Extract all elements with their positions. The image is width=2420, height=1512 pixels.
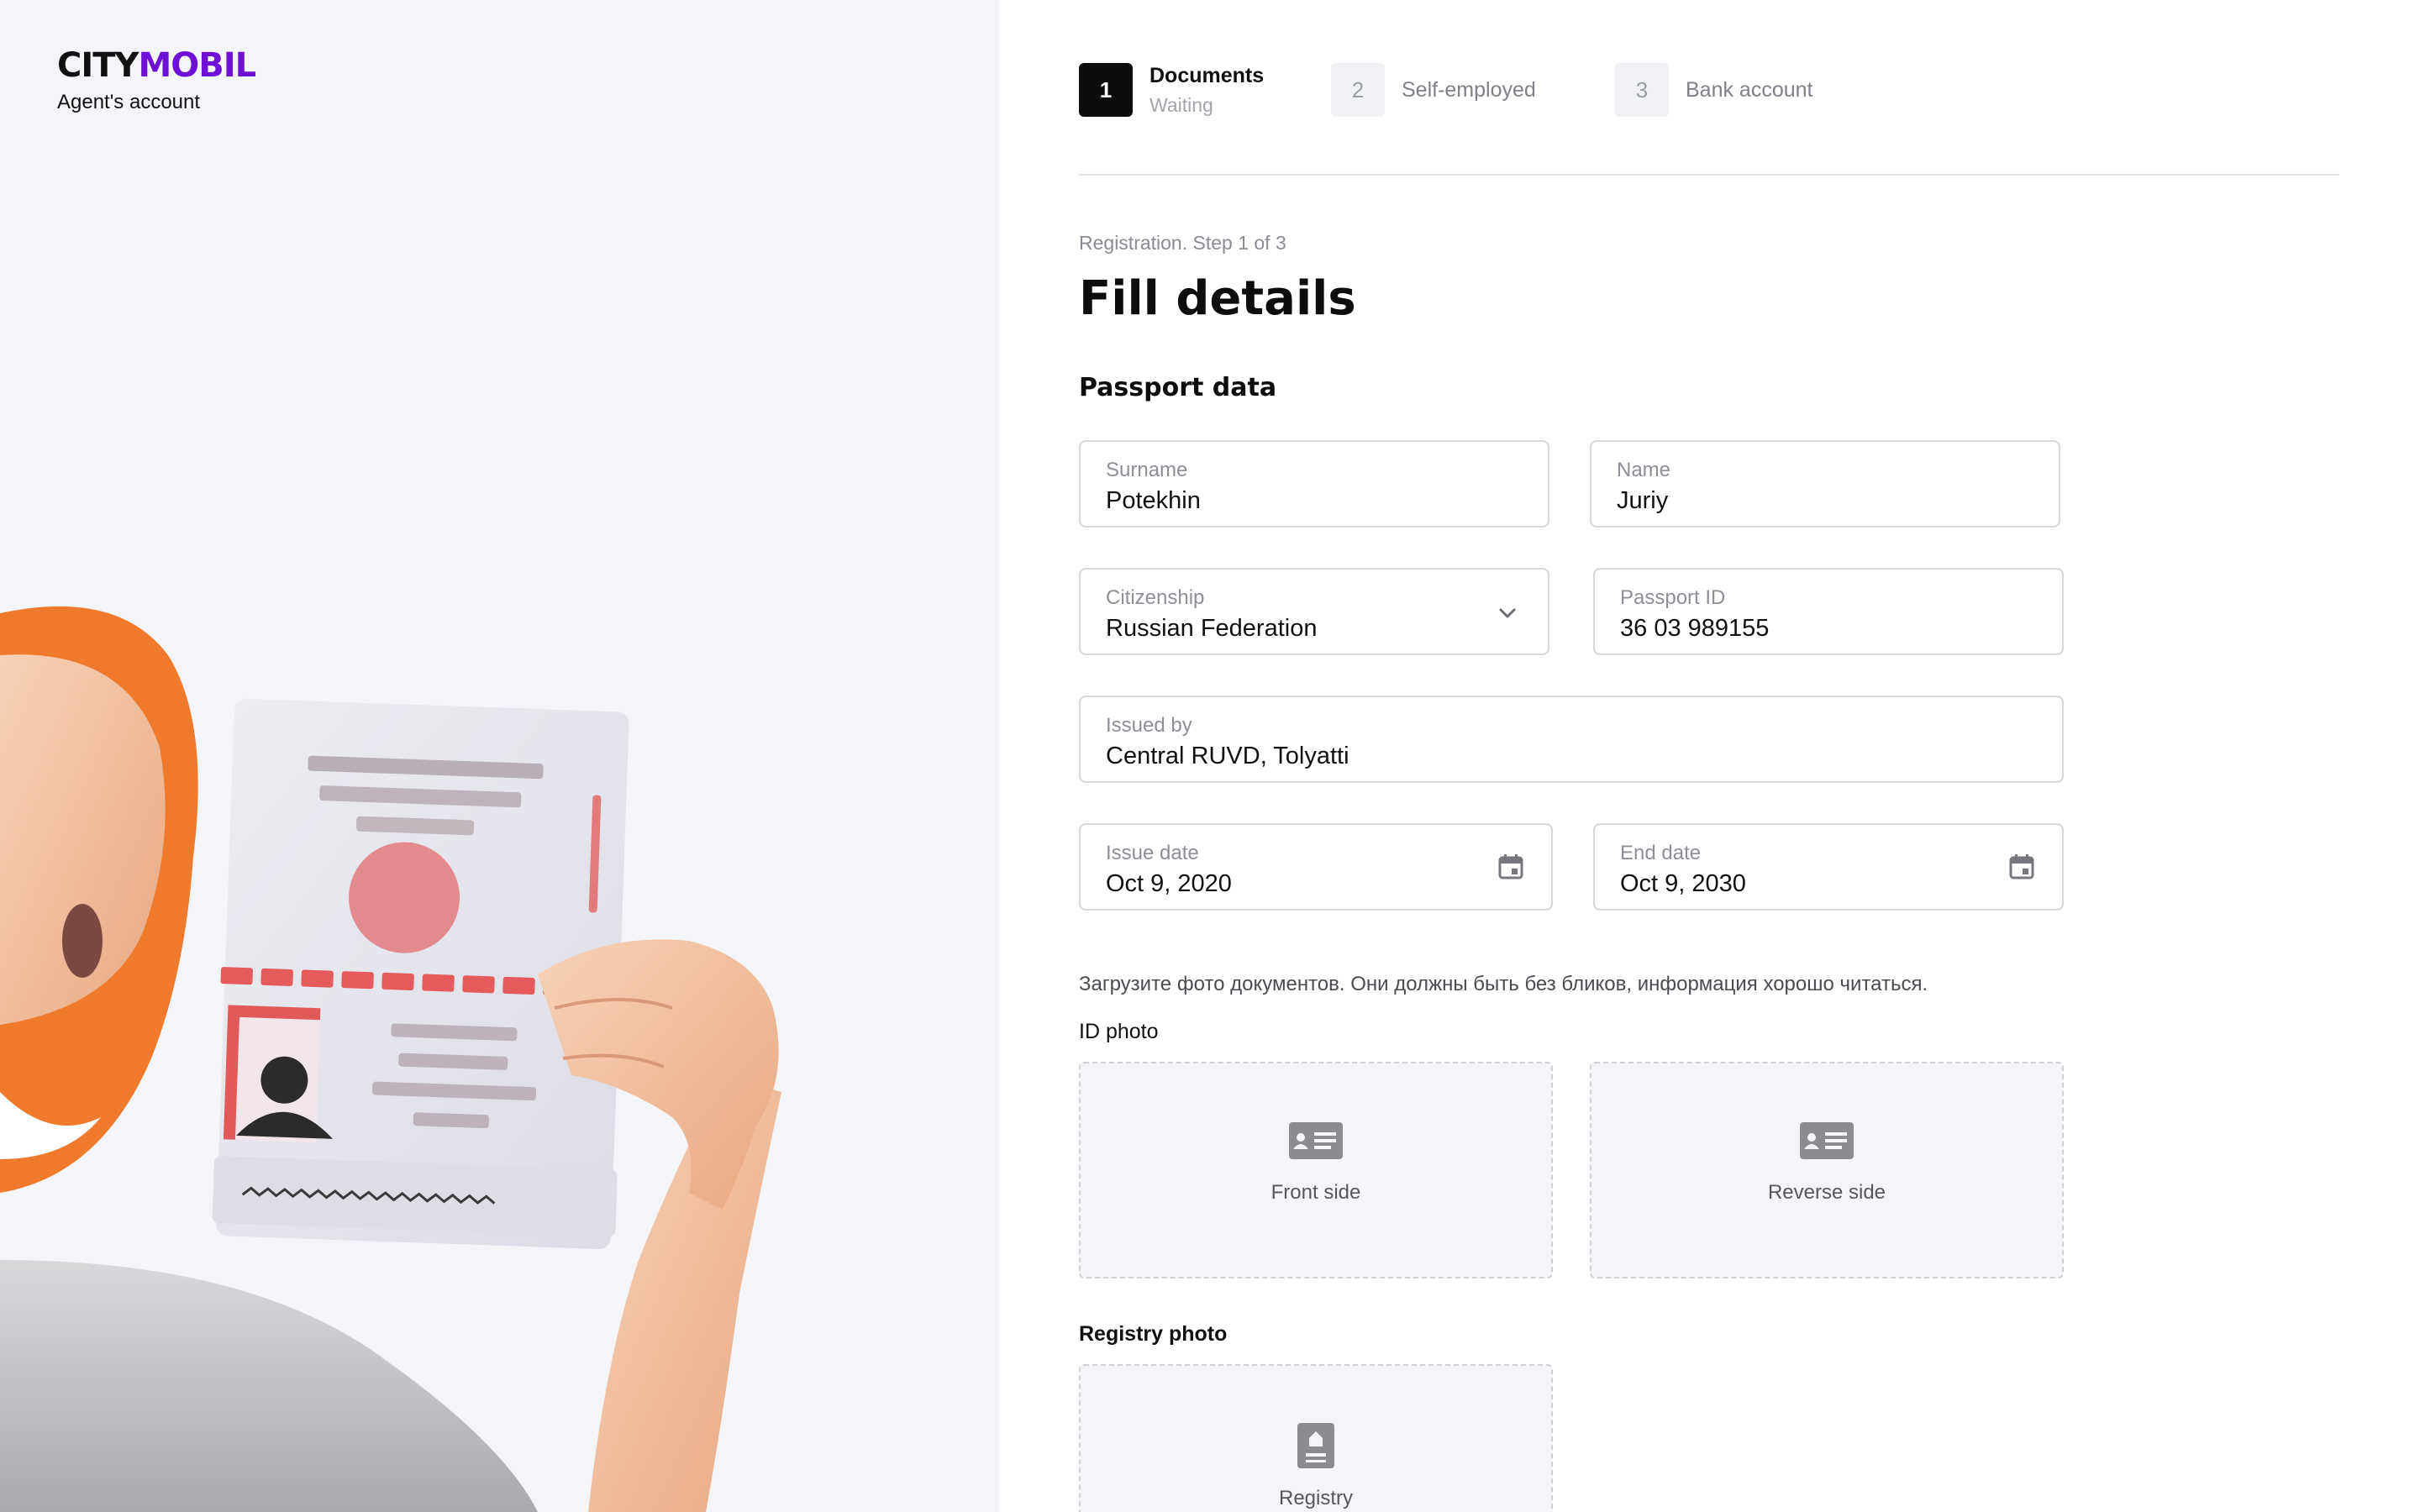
agent-account-label: Agent's account: [57, 91, 201, 113]
stepper-divider: [1079, 174, 2339, 176]
surname-label: Surname: [1106, 459, 1188, 481]
issued-by-field[interactable]: Issued by Central RUVD, Tolyatti: [1079, 696, 2064, 783]
registration-stepper: 1 Documents Waiting 2 Self-employed 3 Ba…: [1079, 62, 2339, 118]
registry-label: Registry: [1278, 1487, 1354, 1509]
end-date-label: End date: [1620, 842, 1702, 864]
issue-date-field[interactable]: Issue date Oct 9, 2020: [1079, 823, 1553, 911]
breadcrumb: Registration. Step 1 of 3: [1079, 232, 1286, 254]
step-number: 1: [1079, 63, 1133, 117]
step-self-employed[interactable]: 2 Self-employed: [1331, 62, 1536, 118]
chevron-down-icon[interactable]: [1492, 598, 1523, 628]
logo-mobil-text: MOBIL: [138, 46, 257, 85]
front-side-label: Front side: [1270, 1181, 1361, 1204]
name-value: Juriy: [1617, 487, 1669, 514]
step-title: Documents: [1150, 64, 1265, 87]
id-card-icon: [1289, 1122, 1343, 1159]
name-label: Name: [1617, 459, 1671, 481]
step-title: Bank account: [1686, 78, 1813, 102]
step-bank-account[interactable]: 3 Bank account: [1615, 62, 1813, 118]
passport-holder-illustration: [0, 606, 781, 1512]
passport-id-label: Passport ID: [1620, 586, 1726, 609]
reverse-side-label: Reverse side: [1767, 1181, 1886, 1204]
registry-upload[interactable]: Registry: [1079, 1364, 1553, 1512]
citizenship-select[interactable]: Citizenship Russian Federation: [1079, 568, 1549, 655]
step-title: Self-employed: [1402, 78, 1536, 102]
issue-date-value: Oct 9, 2020: [1106, 870, 1232, 897]
front-side-upload[interactable]: Front side: [1079, 1062, 1553, 1278]
issue-date-label: Issue date: [1106, 842, 1199, 864]
reverse-side-upload[interactable]: Reverse side: [1590, 1062, 2064, 1278]
issued-by-value: Central RUVD, Tolyatti: [1106, 743, 1349, 769]
registry-book-icon: [1297, 1423, 1334, 1468]
registration-form-panel: 1 Documents Waiting 2 Self-employed 3 Ba…: [999, 0, 2420, 1512]
illustration-panel: CITYMOBIL Agent's account: [0, 0, 999, 1512]
passport-section-title: Passport data: [1079, 373, 1277, 402]
calendar-icon[interactable]: [1496, 852, 1526, 882]
logo-city-text: CITY: [57, 46, 139, 85]
end-date-field[interactable]: End date Oct 9, 2030: [1593, 823, 2064, 911]
registry-photo-label: Registry photo: [1079, 1322, 1228, 1346]
citymobil-logo[interactable]: CITYMOBIL: [57, 46, 257, 85]
id-card-icon: [1800, 1122, 1854, 1159]
page-title: Fill details: [1079, 271, 1356, 326]
step-documents[interactable]: 1 Documents Waiting: [1079, 62, 1264, 118]
name-field[interactable]: Name Juriy: [1590, 440, 2060, 528]
step-number: 3: [1615, 63, 1669, 117]
surname-field[interactable]: Surname Potekhin: [1079, 440, 1549, 528]
step-number: 2: [1331, 63, 1385, 117]
step-status: Waiting: [1150, 94, 1213, 116]
citizenship-value: Russian Federation: [1106, 615, 1318, 642]
surname-value: Potekhin: [1106, 487, 1201, 514]
end-date-value: Oct 9, 2030: [1620, 870, 1746, 897]
citizenship-label: Citizenship: [1106, 586, 1205, 609]
issued-by-label: Issued by: [1106, 714, 1192, 737]
passport-id-field[interactable]: Passport ID 36 03 989155: [1593, 568, 2064, 655]
passport-id-value: 36 03 989155: [1620, 615, 1770, 642]
id-photo-label: ID photo: [1079, 1020, 1159, 1043]
photo-upload-hint: Загрузите фото документов. Они должны бы…: [1079, 973, 1928, 995]
calendar-icon[interactable]: [2007, 852, 2037, 882]
